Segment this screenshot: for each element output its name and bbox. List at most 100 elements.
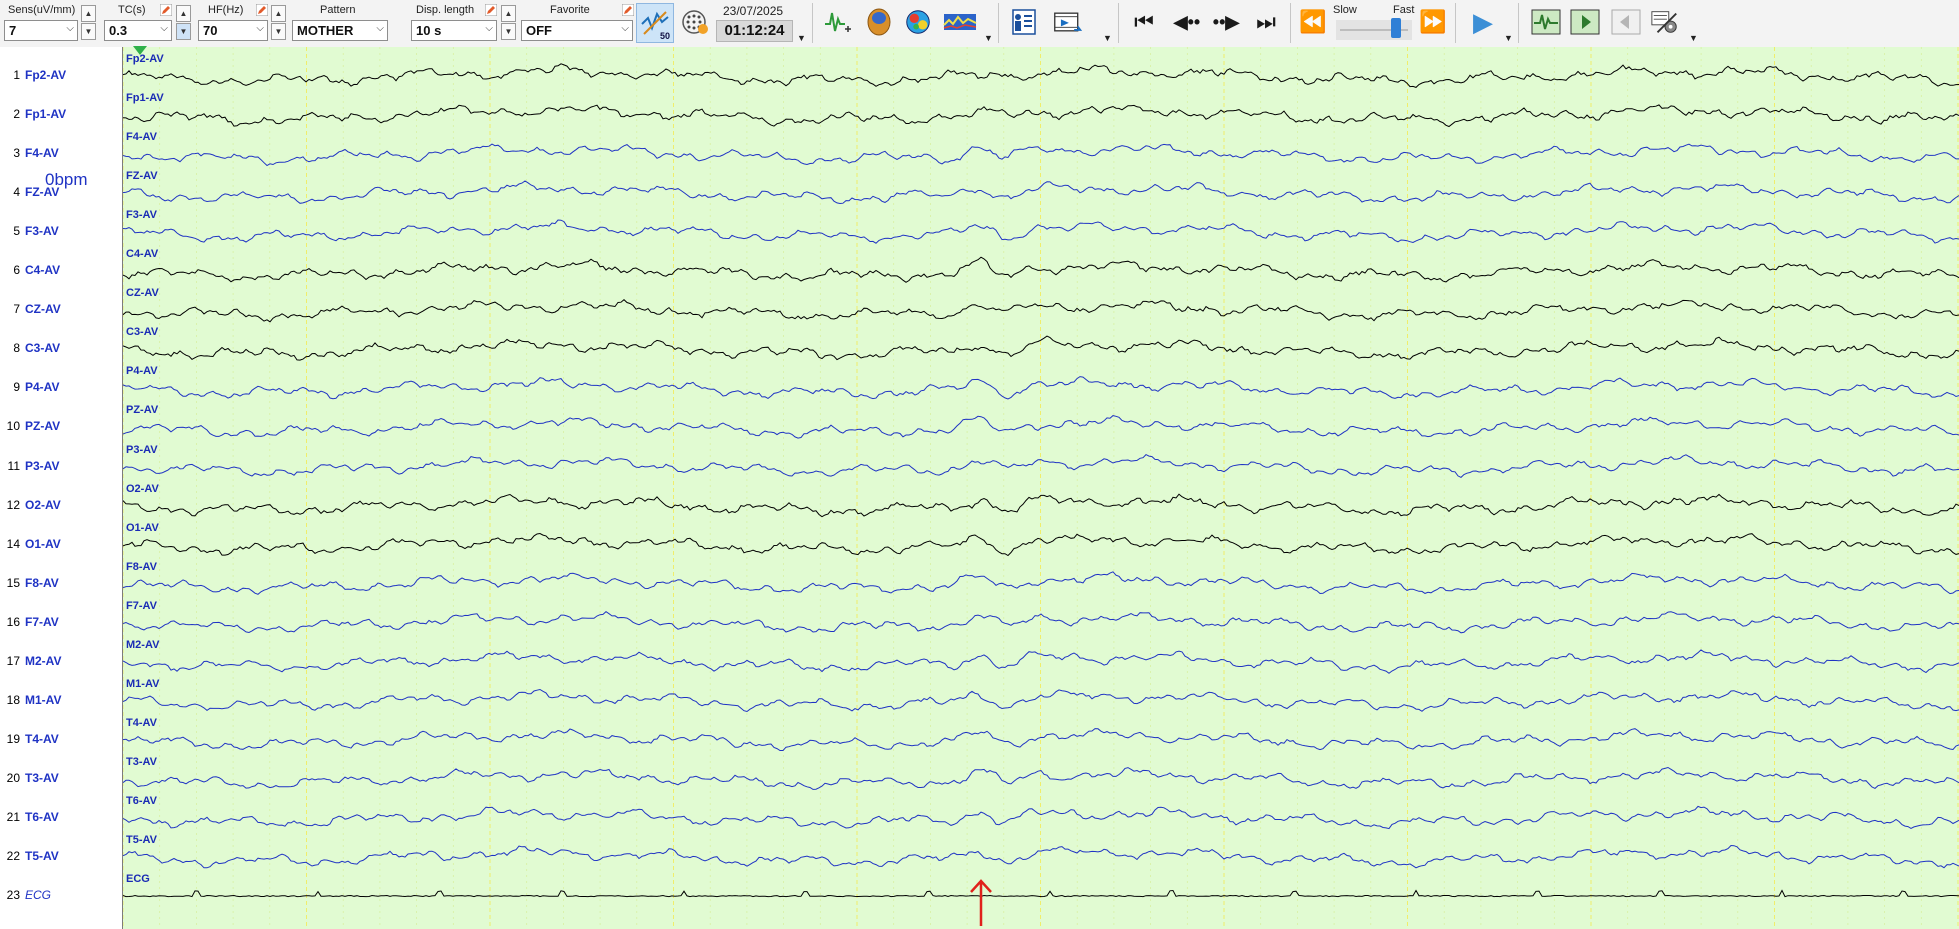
channel-row[interactable]: 4 FZ-AV — [0, 185, 120, 205]
channel-name[interactable]: C3-AV — [25, 341, 60, 355]
time-menu-chevron-icon[interactable]: ▼ — [797, 33, 806, 43]
settings-button[interactable] — [1650, 6, 1680, 38]
channel-row[interactable]: 1 Fp2-AV — [0, 68, 120, 88]
channel-row[interactable]: 19 T4-AV — [0, 732, 120, 752]
time-constant-select[interactable]: 0.3 ⌵ — [104, 20, 172, 41]
channel-row[interactable]: 17 M2-AV — [0, 654, 120, 674]
channel-name[interactable]: P3-AV — [25, 459, 59, 473]
display-length-select[interactable]: 10 s ⌵ — [411, 20, 497, 41]
time-constant-up-button[interactable]: ▲ — [176, 5, 191, 22]
channel-row[interactable]: 22 T5-AV — [0, 849, 120, 869]
channel-name[interactable]: FZ-AV — [25, 185, 59, 199]
display-length-up-button[interactable]: ▲ — [501, 5, 516, 22]
event-marker-arrow-icon[interactable] — [966, 876, 996, 929]
high-filter-select[interactable]: 70 ⌵ — [198, 20, 268, 41]
sensitivity-up-button[interactable]: ▲ — [81, 5, 96, 22]
auto-scale-button[interactable]: 50 — [636, 3, 674, 43]
channel-number: 11 — [7, 458, 20, 473]
channel-row[interactable]: 20 T3-AV — [0, 771, 120, 791]
channel-name[interactable]: O2-AV — [25, 498, 61, 512]
channel-row[interactable]: 21 T6-AV — [0, 810, 120, 830]
channel-name[interactable]: F3-AV — [25, 224, 59, 238]
auto-scale-badge: 50 — [659, 31, 670, 41]
video-menu-chevron-icon[interactable]: ▼ — [1103, 33, 1112, 43]
channel-name[interactable]: C4-AV — [25, 263, 60, 277]
channel-name[interactable]: T5-AV — [25, 849, 59, 863]
time-constant-down-button[interactable]: ▼ — [176, 23, 191, 40]
pattern-select[interactable]: MOTHER ⌵ — [292, 20, 388, 41]
brain-map-button[interactable] — [903, 6, 933, 38]
channel-name[interactable]: PZ-AV — [25, 419, 60, 433]
trace-channel-label: O1-AV — [126, 521, 159, 534]
channel-row[interactable]: 5 F3-AV — [0, 224, 120, 244]
edit-pencil-icon[interactable] — [160, 4, 172, 16]
chevron-down-icon: ⌵ — [621, 23, 629, 34]
analysis-menu-chevron-icon[interactable]: ▼ — [984, 33, 993, 43]
channel-name[interactable]: T3-AV — [25, 771, 59, 785]
edit-pencil-icon[interactable] — [622, 4, 634, 16]
channel-row[interactable]: 7 CZ-AV — [0, 302, 120, 322]
edit-pencil-icon[interactable] — [256, 4, 268, 16]
channel-name[interactable]: M1-AV — [25, 693, 61, 707]
sensitivity-select[interactable]: 7 ⌵ — [4, 20, 78, 41]
channel-name[interactable]: ECG — [25, 888, 51, 902]
skip-end-button[interactable]: ⏭ — [1251, 6, 1281, 38]
high-filter-down-button[interactable]: ▼ — [271, 23, 286, 40]
channel-name[interactable]: M2-AV — [25, 654, 61, 668]
channel-row[interactable]: 10 PZ-AV — [0, 419, 120, 439]
waveform-analysis-button[interactable] — [823, 6, 853, 38]
spectrum-button[interactable] — [942, 6, 978, 38]
step-back-button[interactable]: ◀•• — [1170, 6, 1204, 38]
play-button[interactable]: ▶ — [1468, 6, 1498, 38]
next-page-button[interactable] — [1570, 6, 1600, 38]
chevron-down-icon: ⌵ — [376, 23, 384, 34]
channel-row[interactable]: 9 P4-AV — [0, 380, 120, 400]
channel-name[interactable]: O1-AV — [25, 537, 61, 551]
channel-row[interactable]: 14 O1-AV — [0, 537, 120, 557]
skip-start-button[interactable]: ⏮ — [1129, 6, 1159, 38]
channel-row[interactable]: 16 F7-AV — [0, 615, 120, 635]
electrode-layout-button[interactable] — [680, 6, 710, 38]
time-cursor-marker[interactable] — [133, 46, 147, 55]
montage-button[interactable] — [1531, 6, 1561, 38]
toolbar-divider — [1290, 3, 1291, 43]
channel-row[interactable]: 23 ECG — [0, 888, 120, 908]
channel-row[interactable]: 2 Fp1-AV — [0, 107, 120, 127]
channel-row[interactable]: 11 P3-AV — [0, 459, 120, 479]
channel-name[interactable]: Fp1-AV — [25, 107, 66, 121]
high-filter-up-button[interactable]: ▲ — [271, 5, 286, 22]
fast-forward-button[interactable]: ⏩ — [1418, 6, 1448, 38]
play-menu-chevron-icon[interactable]: ▼ — [1504, 33, 1513, 43]
step-forward-button[interactable]: ••▶ — [1209, 6, 1243, 38]
channel-row[interactable]: 8 C3-AV — [0, 341, 120, 361]
channel-name[interactable]: F8-AV — [25, 576, 59, 590]
channel-name[interactable]: F4-AV — [25, 146, 59, 160]
video-button[interactable] — [1053, 6, 1083, 38]
eeg-trace-area[interactable]: Fp2-AV Fp1-AV F4-AV FZ-AV F3-AV C4-AV CZ-AV C3-… — [123, 47, 1959, 929]
head-model-button[interactable] — [864, 6, 894, 38]
channel-number: 14 — [6, 536, 20, 551]
channel-name[interactable]: Fp2-AV — [25, 68, 66, 82]
channel-row[interactable]: 15 F8-AV — [0, 576, 120, 596]
channel-row[interactable]: 3 F4-AV — [0, 146, 120, 166]
speed-slider-thumb[interactable] — [1391, 18, 1401, 38]
settings-menu-chevron-icon[interactable]: ▼ — [1689, 33, 1698, 43]
edit-pencil-icon[interactable] — [485, 4, 497, 16]
step-forward-icon: ••▶ — [1212, 12, 1240, 32]
prev-page-button[interactable] — [1611, 6, 1641, 38]
channel-row[interactable]: 18 M1-AV — [0, 693, 120, 713]
head-model-icon — [867, 8, 891, 36]
display-length-down-button[interactable]: ▼ — [501, 23, 516, 40]
channel-name[interactable]: CZ-AV — [25, 302, 61, 316]
rewind-button[interactable]: ⏪ — [1298, 6, 1328, 38]
channel-name[interactable]: F7-AV — [25, 615, 59, 629]
favorite-select[interactable]: OFF ⌵ — [521, 20, 633, 41]
channel-row[interactable]: 6 C4-AV — [0, 263, 120, 283]
recording-time[interactable]: 01:12:24 — [716, 20, 793, 42]
channel-name[interactable]: T6-AV — [25, 810, 59, 824]
channel-name[interactable]: T4-AV — [25, 732, 59, 746]
patient-info-button[interactable] — [1008, 6, 1038, 38]
channel-row[interactable]: 12 O2-AV — [0, 498, 120, 518]
channel-name[interactable]: P4-AV — [25, 380, 59, 394]
sensitivity-down-button[interactable]: ▼ — [81, 23, 96, 40]
